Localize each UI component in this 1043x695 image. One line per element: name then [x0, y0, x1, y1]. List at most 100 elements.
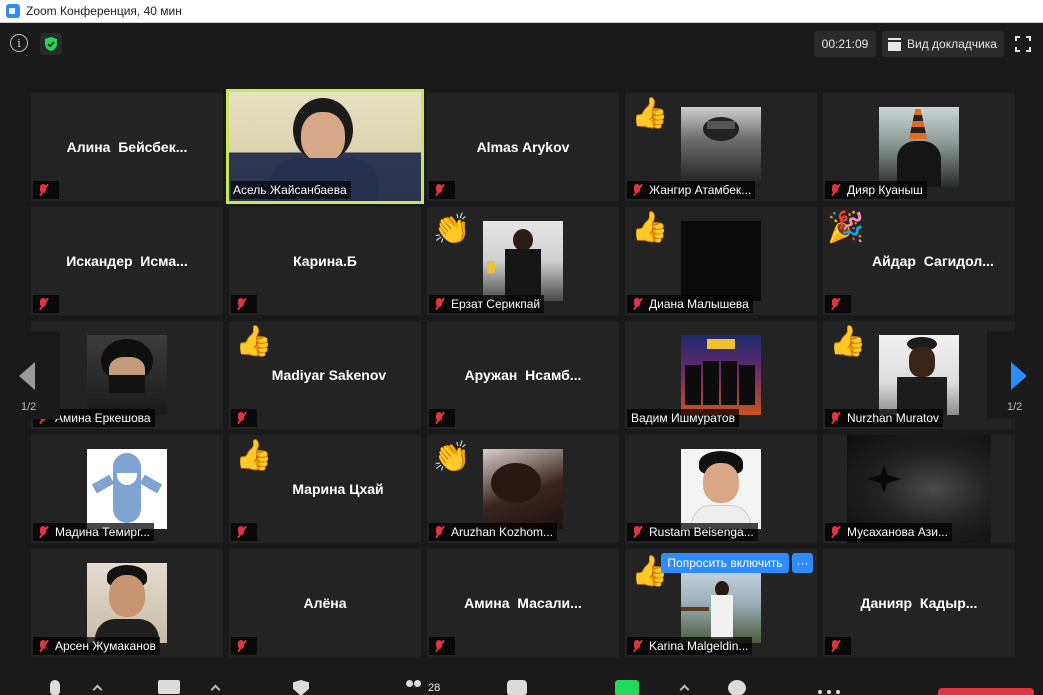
- participant-name: Мадина Темирг...: [55, 525, 151, 539]
- microphone-icon[interactable]: [50, 680, 60, 695]
- video-camera-icon[interactable]: [158, 680, 180, 694]
- chevron-up-icon[interactable]: [210, 684, 221, 695]
- page-indicator: 1/2: [21, 401, 37, 413]
- participant-name-tag: [429, 637, 455, 655]
- participant-tile[interactable]: Амина Масали...: [427, 549, 619, 657]
- participant-name: Искандер Исма...: [66, 253, 188, 269]
- mic-muted-icon: [629, 639, 645, 653]
- mic-muted-icon: [827, 183, 843, 197]
- participant-name: Rustam Beisenga...: [649, 525, 754, 539]
- participant-name-tag: Вадим Ишмуратов: [627, 409, 739, 427]
- participant-name-tag: Nurzhan Muratov: [825, 409, 944, 427]
- participant-video: [681, 107, 761, 187]
- participant-name-tag: [231, 295, 257, 313]
- participant-name: Диана Малышева: [649, 297, 749, 311]
- participant-tile-active-speaker[interactable]: Асель Жайсанбаева: [226, 89, 424, 204]
- participant-name-tag: [231, 409, 257, 427]
- more-options-button[interactable]: ···: [792, 553, 813, 573]
- participant-tile[interactable]: Мусаханова Ази...: [823, 435, 1015, 543]
- shield-icon[interactable]: [40, 33, 62, 55]
- mic-muted-icon: [233, 297, 249, 311]
- participant-tile[interactable]: Madiyar Sakenov 👍: [229, 321, 421, 429]
- participant-tile[interactable]: Арсен Жумаканов: [31, 549, 223, 657]
- speaker-view-button[interactable]: Вид докладчика: [882, 31, 1004, 57]
- share-screen-icon[interactable]: [615, 680, 639, 695]
- participant-name-tag: Aruzhan Kozhom...: [429, 523, 558, 541]
- mic-muted-icon: [35, 639, 51, 653]
- mic-muted-icon: [431, 297, 447, 311]
- participant-tile[interactable]: Rustam Beisenga...: [625, 435, 817, 543]
- thumbs-up-reaction-icon: 👍: [235, 325, 273, 358]
- participant-tile[interactable]: Айдар Сагидол... 🎉: [823, 207, 1015, 315]
- page-indicator: 1/2: [1007, 401, 1023, 413]
- participant-name-tag: [429, 409, 455, 427]
- participant-name-tag: [825, 637, 851, 655]
- participant-video: [483, 221, 563, 301]
- participant-name-tag: [33, 181, 59, 199]
- participant-name-tag: Арсен Жумаканов: [33, 637, 160, 655]
- title-bar: Zoom Конференция, 40 мин: [0, 0, 1043, 23]
- mic-muted-icon: [35, 525, 51, 539]
- participant-tile[interactable]: Карина.Б: [229, 207, 421, 315]
- participant-tile[interactable]: Данияр Кадыр...: [823, 549, 1015, 657]
- mic-muted-icon: [827, 297, 843, 311]
- mic-muted-icon: [431, 411, 447, 425]
- participant-name-tag: [33, 295, 59, 313]
- participant-video: [483, 449, 563, 529]
- participant-tile[interactable]: 👏 Ерзат Серикпай: [427, 207, 619, 315]
- security-icon[interactable]: [293, 680, 309, 695]
- chevron-right-icon: [1011, 362, 1027, 390]
- chevron-up-icon[interactable]: [92, 684, 103, 695]
- participant-name-tag: [825, 295, 851, 313]
- participants-icon[interactable]: [404, 680, 422, 694]
- next-page-button[interactable]: 1/2: [987, 331, 1043, 419]
- participant-name-tag: Мадина Темирг...: [33, 523, 155, 541]
- participant-name: Алина Бейсбек...: [66, 139, 188, 155]
- thumbs-up-reaction-icon: 👍: [235, 439, 273, 472]
- participant-name: Дияр Куаныш: [847, 183, 923, 197]
- window-title: Zoom Конференция, 40 мин: [26, 4, 182, 18]
- participant-name: Almas Arykov: [476, 139, 570, 155]
- reactions-icon[interactable]: [728, 680, 746, 695]
- participant-name-tag: Мусаханова Ази...: [825, 523, 952, 541]
- participant-tile[interactable]: Марина Цхай 👍: [229, 435, 421, 543]
- participant-name-tag: Диана Малышева: [627, 295, 753, 313]
- participant-tile[interactable]: Вадим Ишмуратов: [625, 321, 817, 429]
- participant-tile[interactable]: Дияр Куаныш: [823, 93, 1015, 201]
- participant-tile[interactable]: Аружан Нсамб...: [427, 321, 619, 429]
- participant-tile[interactable]: 👍 Жангир Атамбек...: [625, 93, 817, 201]
- speaker-view-label: Вид докладчика: [907, 37, 997, 51]
- participant-tile[interactable]: 👍 Диана Малышева: [625, 207, 817, 315]
- end-meeting-button[interactable]: [938, 688, 1034, 695]
- participant-video: [681, 221, 761, 301]
- participant-tile[interactable]: Мадина Темирг...: [31, 435, 223, 543]
- grid-icon: [888, 37, 901, 51]
- participant-name: Карина.Б: [293, 253, 357, 269]
- thumbs-up-reaction-icon: 👍: [829, 325, 867, 358]
- participant-tile[interactable]: Алина Бейсбек...: [31, 93, 223, 201]
- chat-icon[interactable]: [507, 680, 527, 695]
- participant-tile[interactable]: Almas Arykov: [427, 93, 619, 201]
- participant-video: [87, 449, 167, 529]
- participant-name: Амина Еркешова: [55, 411, 151, 425]
- thumbs-up-reaction-icon: 👍: [631, 211, 669, 244]
- fullscreen-icon[interactable]: [1015, 36, 1031, 52]
- chevron-up-icon[interactable]: [679, 684, 690, 695]
- clap-reaction-icon: 👏: [433, 213, 471, 246]
- more-icon[interactable]: [818, 690, 840, 694]
- info-icon[interactable]: i: [10, 34, 28, 52]
- participant-name-tag: Ерзат Серикпай: [429, 295, 545, 313]
- zoom-app-icon: [6, 4, 20, 18]
- participant-name: Nurzhan Muratov: [847, 411, 940, 425]
- participant-tile[interactable]: Искандер Исма...: [31, 207, 223, 315]
- participant-name: Алёна: [303, 595, 347, 611]
- ask-to-start-video-button[interactable]: Попросить включить: [661, 553, 789, 573]
- participant-name-tag: Karina Malgeldin...: [627, 637, 753, 655]
- previous-page-button[interactable]: 1/2: [0, 331, 60, 419]
- meeting-top-bar: i 00:21:09 Вид докладчика: [0, 23, 1043, 65]
- participant-name: Жангир Атамбек...: [649, 183, 752, 197]
- meeting-timer: 00:21:09: [814, 31, 876, 57]
- mic-muted-icon: [431, 525, 447, 539]
- participant-tile[interactable]: Алёна: [229, 549, 421, 657]
- participant-tile[interactable]: 👏 Aruzhan Kozhom...: [427, 435, 619, 543]
